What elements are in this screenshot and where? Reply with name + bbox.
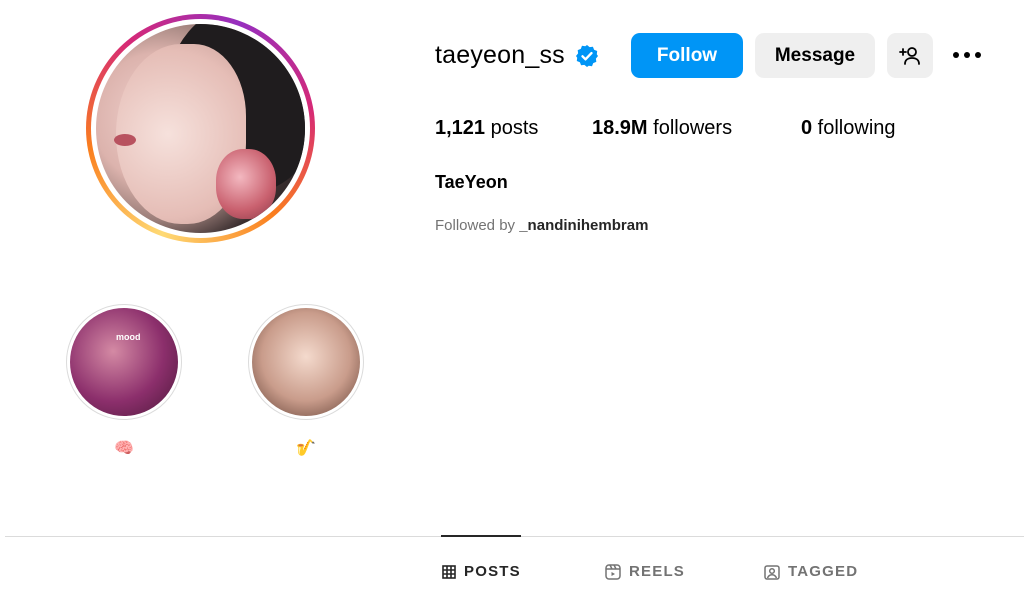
highlight-ring: [248, 304, 364, 420]
highlight-cover: [252, 308, 360, 416]
active-tab-indicator: [441, 535, 521, 537]
more-dot-icon: [964, 52, 970, 58]
more-dot-icon: [975, 52, 981, 58]
posts-count-stat: 1,121 posts: [435, 117, 538, 140]
username: taeyeon_ss: [435, 41, 565, 69]
tab-tagged[interactable]: TAGGED: [764, 563, 858, 580]
followed-by-text[interactable]: Followed by _nandinihembram: [435, 217, 648, 234]
follow-button[interactable]: Follow: [631, 33, 743, 78]
followed-by-user[interactable]: _nandinihembram: [519, 217, 648, 234]
add-user-button[interactable]: [887, 33, 933, 78]
grid-icon: [442, 564, 456, 579]
highlight-label: 🎷: [296, 440, 316, 457]
more-options-button[interactable]: [945, 40, 989, 70]
avatar-flower: [216, 149, 276, 219]
highlight-cover-text: mood: [116, 332, 141, 342]
following-stat[interactable]: 0 following: [801, 117, 896, 140]
tab-posts[interactable]: POSTS: [442, 563, 521, 580]
highlight-label: 🧠: [114, 440, 134, 457]
more-dot-icon: [953, 52, 959, 58]
username-row: taeyeon_ss: [435, 33, 599, 78]
following-count: 0: [801, 117, 813, 139]
tab-tagged-label: TAGGED: [788, 563, 859, 580]
profile-avatar[interactable]: [96, 24, 305, 233]
tab-reels-label: REELS: [629, 563, 686, 580]
followers-label: followers: [647, 117, 733, 139]
highlight-cover: mood: [70, 308, 178, 416]
followed-by-prefix: Followed by: [435, 217, 520, 234]
add-person-icon: [899, 46, 920, 65]
message-button[interactable]: Message: [755, 33, 875, 78]
posts-count: 1,121: [435, 117, 486, 139]
tagged-icon: [764, 564, 780, 580]
profile-avatar-ring[interactable]: [86, 14, 315, 243]
tab-reels[interactable]: REELS: [605, 563, 685, 580]
followers-stat[interactable]: 18.9M followers: [592, 117, 732, 140]
tab-posts-label: POSTS: [464, 563, 521, 580]
followers-count: 18.9M: [592, 117, 648, 139]
full-name: TaeYeon: [435, 172, 508, 192]
verified-badge-icon: [575, 44, 598, 67]
posts-label: posts: [485, 117, 539, 139]
story-highlight[interactable]: mood 🧠: [66, 304, 182, 458]
avatar-gap: [91, 19, 310, 238]
following-label: following: [812, 117, 896, 139]
avatar-lips: [114, 134, 136, 146]
story-highlight[interactable]: 🎷: [248, 304, 364, 458]
highlight-ring: mood: [66, 304, 182, 420]
reels-icon: [605, 563, 621, 580]
